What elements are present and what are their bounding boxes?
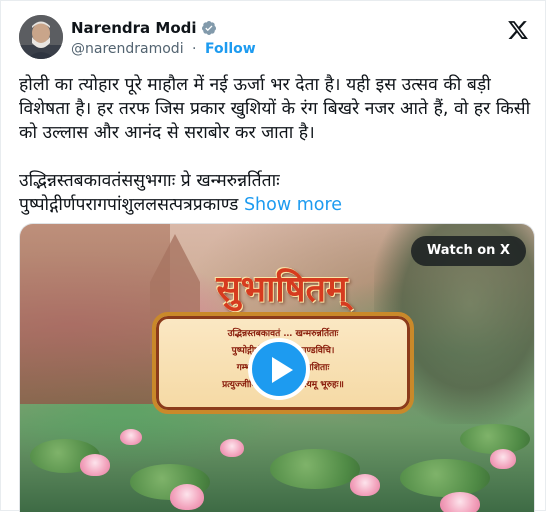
watch-on-x-button[interactable]: Watch on X: [410, 236, 526, 266]
lotus-flower: [490, 449, 516, 469]
lotus-flower: [440, 492, 480, 512]
tweet-card: Narendra Modi @narendramodi · Follow होल…: [0, 0, 546, 512]
show-more-link[interactable]: Show more: [244, 195, 342, 215]
author-handle-row: @narendramodi · Follow: [71, 41, 256, 57]
video-media[interactable]: सुभाषितम् उद्भिन्नस्तबकावतं … खन्मरुन्नर…: [19, 223, 535, 512]
lotus-flower: [220, 439, 244, 457]
author-name-row: Narendra Modi: [71, 19, 217, 37]
temple-illustration: [20, 224, 170, 404]
follow-button[interactable]: Follow: [205, 41, 256, 57]
lotus-flower: [80, 454, 110, 476]
play-icon: [272, 357, 293, 383]
lotus-leaf: [460, 424, 530, 454]
lotus-flower: [350, 474, 380, 496]
author-name[interactable]: Narendra Modi: [71, 19, 197, 37]
verified-badge-icon: [201, 21, 216, 35]
tweet-header: Narendra Modi @narendramodi · Follow: [19, 15, 531, 63]
lotus-leaf: [270, 449, 360, 489]
tweet-text: होली का त्योहार पूरे माहौल में नई ऊर्जा …: [19, 75, 531, 215]
separator-dot: ·: [192, 41, 197, 57]
x-logo-icon[interactable]: [507, 19, 529, 41]
author-avatar[interactable]: [19, 15, 63, 59]
lotus-leaf: [400, 459, 490, 497]
tweet-text-block: होली का त्योहार पूरे माहौल में नई ऊर्जा …: [19, 73, 535, 217]
play-button[interactable]: [248, 338, 310, 400]
author-handle[interactable]: @narendramodi: [71, 41, 184, 57]
lotus-flower: [120, 429, 142, 445]
avatar-image: [19, 15, 63, 59]
lotus-flower: [170, 484, 204, 510]
